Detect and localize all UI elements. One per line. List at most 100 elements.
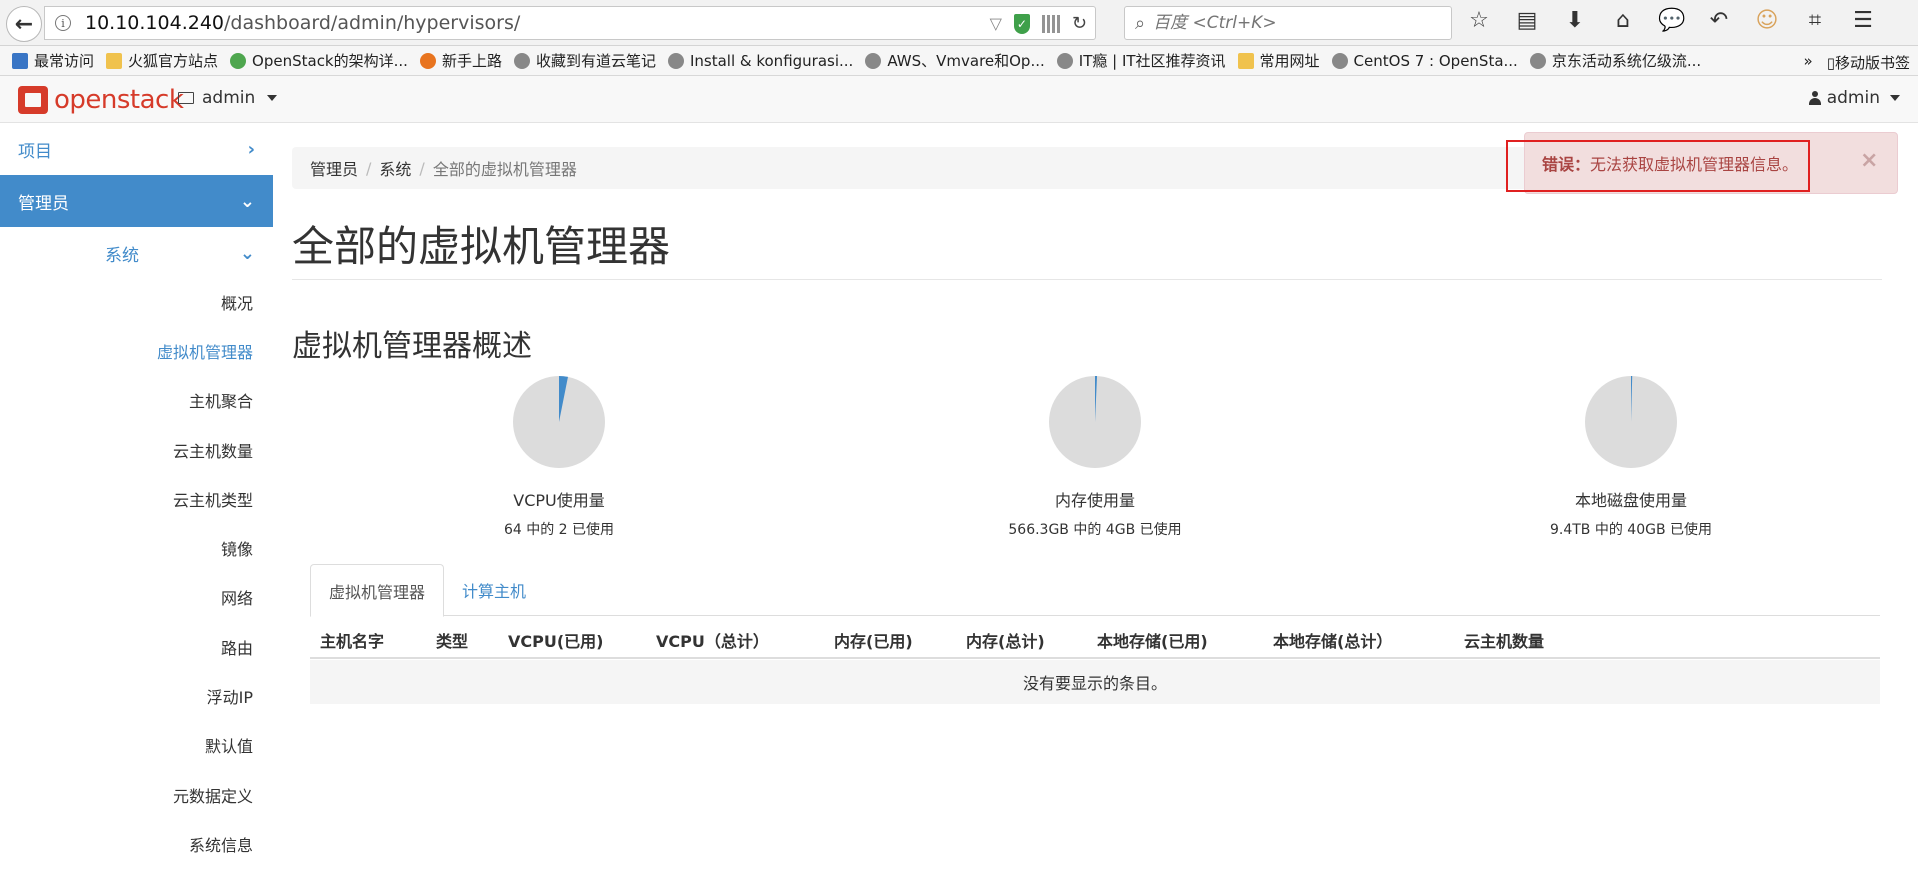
firefox-icon — [419, 52, 436, 69]
column-header[interactable]: 本地存储(已用) — [1097, 628, 1208, 652]
sidebar-item[interactable]: 虚拟机管理器 — [0, 326, 273, 375]
folder-icon — [106, 52, 123, 69]
chat-icon[interactable]: 💬 — [1658, 8, 1685, 33]
sidebar-item[interactable]: 镜像 — [0, 523, 273, 572]
search-input[interactable] — [1153, 13, 1424, 33]
sidebar-item[interactable]: 浮动IP — [0, 671, 273, 720]
bookmark-item[interactable]: AWS、Vmvare和Op... — [865, 50, 1045, 71]
usage-vcpu: VCPU使用量 64 中的 2 已使用 — [429, 375, 689, 539]
bookmark-item[interactable]: 最常访问 — [12, 50, 94, 71]
globe-icon — [230, 52, 247, 69]
bookmark-item[interactable]: 京东活动系统亿级流... — [1529, 50, 1701, 71]
bookmarks-bar: 最常访问 火狐官方站点 OpenStack的架构详... 新手上路 收藏到有道云… — [0, 46, 1918, 76]
search-bar[interactable]: ⌕ — [1124, 6, 1452, 40]
bookmark-item[interactable]: 收藏到有道云笔记 — [513, 50, 656, 71]
overview-title: 虚拟机管理器概述 — [292, 329, 532, 364]
user-menu[interactable]: admin — [1808, 88, 1900, 108]
undo-icon[interactable]: ↶ — [1706, 8, 1732, 33]
column-header[interactable]: 内存(已用) — [834, 628, 913, 652]
project-switcher[interactable]: admin — [178, 88, 278, 108]
sidebar-item[interactable]: 云主机数量 — [0, 425, 273, 474]
table-icon — [178, 92, 194, 104]
disk-pie-chart — [1585, 376, 1677, 468]
sidebar-item[interactable]: 系统信息 — [0, 819, 273, 868]
bookmarks-overflow-button[interactable]: » — [1804, 52, 1813, 73]
face-icon[interactable]: ☺ — [1754, 8, 1780, 33]
tab-hypervisors[interactable]: 虚拟机管理器 — [310, 564, 445, 617]
globe-icon — [667, 52, 684, 69]
mobile-bookmarks-button[interactable]: ▯移动版书签 — [1827, 52, 1910, 73]
usage-disk: 本地磁盘使用量 9.4TB 中的 40GB 已使用 — [1501, 375, 1761, 539]
chevron-down-icon: ⌄ — [239, 190, 255, 212]
column-header[interactable]: VCPU(已用) — [508, 628, 603, 652]
info-icon[interactable]: i — [55, 15, 71, 31]
bookmark-item[interactable]: OpenStack的架构详... — [230, 50, 408, 71]
reload-icon[interactable]: ↻ — [1072, 13, 1087, 34]
sidebar-item[interactable]: 网络 — [0, 573, 273, 622]
url-text[interactable]: 10.10.104.240/dashboard/admin/hypervisor… — [85, 12, 520, 34]
chevron-down-icon: ⌄ — [239, 242, 255, 264]
column-header[interactable]: VCPU（总计） — [656, 628, 769, 652]
crop-icon[interactable]: ⌗ — [1802, 8, 1828, 33]
phone-icon: ▯ — [1826, 54, 1835, 72]
menu-icon[interactable]: ☰ — [1850, 8, 1876, 33]
user-icon — [1808, 91, 1821, 105]
qr-code-icon[interactable] — [1041, 14, 1060, 33]
url-bar[interactable]: i 10.10.104.240/dashboard/admin/hypervis… — [44, 6, 1096, 40]
openstack-logo[interactable]: openstack — [18, 85, 184, 115]
breadcrumb-separator: / — [366, 158, 372, 178]
column-header[interactable]: 主机名字 — [320, 628, 384, 652]
empty-table-message: 没有要显示的条目。 — [310, 660, 1880, 704]
globe-icon — [513, 52, 530, 69]
sidebar-item[interactable]: 路由 — [0, 622, 273, 671]
chevron-right-icon: › — [247, 138, 255, 160]
breadcrumb-current: 全部的虚拟机管理器 — [432, 160, 577, 179]
column-header[interactable]: 类型 — [436, 628, 468, 652]
sidebar-item[interactable]: 元数据定义 — [0, 770, 273, 819]
star-icon[interactable]: ☆ — [1466, 8, 1492, 33]
bookmark-icon — [12, 52, 28, 69]
browser-toolbar: ← i 10.10.104.240/dashboard/admin/hyperv… — [0, 0, 1918, 46]
bookmark-item[interactable]: IT瘾 | IT社区推荐资讯 — [1056, 50, 1226, 71]
column-header[interactable]: 内存(总计) — [966, 628, 1045, 652]
bookmark-item[interactable]: 常用网址 — [1237, 50, 1320, 71]
sidebar: 项目 › 管理员 ⌄ 系统 ⌄ 概况 虚拟机管理器 主机聚合 云主机数量 云主机类型 镜像… — [0, 123, 273, 855]
sidebar-item-system[interactable]: 系统 ⌄ — [0, 229, 273, 277]
bookmark-item[interactable]: 新手上路 — [419, 50, 502, 71]
reader-icon[interactable]: ▤ — [1514, 8, 1540, 33]
usage-detail: 64 中的 2 已使用 — [503, 522, 615, 538]
breadcrumb-item[interactable]: 管理员 — [310, 156, 358, 180]
back-button[interactable]: ← — [6, 6, 42, 42]
bookmark-item[interactable]: 火狐官方站点 — [106, 50, 218, 71]
top-navbar: openstack admin admin — [0, 76, 1918, 123]
dropdown-arrow-icon[interactable]: ▽ — [990, 14, 1002, 33]
breadcrumb-separator: / — [419, 158, 425, 178]
tab-bar: 虚拟机管理器 计算主机 — [310, 564, 1880, 617]
folder-icon — [1237, 52, 1254, 69]
breadcrumb-item[interactable]: 系统 — [379, 156, 411, 180]
download-icon[interactable]: ⬇ — [1562, 8, 1588, 33]
usage-memory: 内存使用量 566.3GB 中的 4GB 已使用 — [965, 375, 1225, 539]
bookmark-item[interactable]: CentOS 7 : OpenSta... — [1331, 52, 1518, 70]
close-icon[interactable]: × — [1860, 148, 1878, 173]
sidebar-item[interactable]: 云主机类型 — [0, 474, 273, 523]
sidebar-item-admin[interactable]: 管理员 ⌄ — [0, 175, 273, 227]
sidebar-item[interactable]: 主机聚合 — [0, 376, 273, 425]
memory-pie-chart — [1049, 376, 1141, 468]
bookmark-item[interactable]: Install & konfigurasi... — [667, 52, 853, 70]
error-message: 错误：无法获取虚拟机管理器信息。 — [1542, 155, 1799, 174]
sidebar-item[interactable]: 概况 — [0, 277, 273, 326]
caret-down-icon — [1890, 95, 1900, 101]
column-header[interactable]: 云主机数量 — [1464, 628, 1544, 652]
shield-icon[interactable]: ✓ — [1013, 13, 1030, 34]
sidebar-item[interactable]: 默认值 — [0, 721, 273, 770]
table-header: 主机名字 类型 VCPU(已用) VCPU（总计） 内存(已用) 内存(总计) … — [310, 617, 1880, 659]
usage-label: VCPU使用量 — [513, 491, 605, 510]
tab-compute-hosts[interactable]: 计算主机 — [444, 564, 544, 616]
column-header[interactable]: 本地存储(总计） — [1273, 628, 1392, 652]
globe-icon — [865, 52, 882, 69]
sidebar-item-project[interactable]: 项目 › — [0, 123, 273, 175]
usage-label: 内存使用量 — [1054, 491, 1135, 510]
globe-icon — [1529, 52, 1546, 69]
home-icon[interactable]: ⌂ — [1610, 8, 1636, 33]
